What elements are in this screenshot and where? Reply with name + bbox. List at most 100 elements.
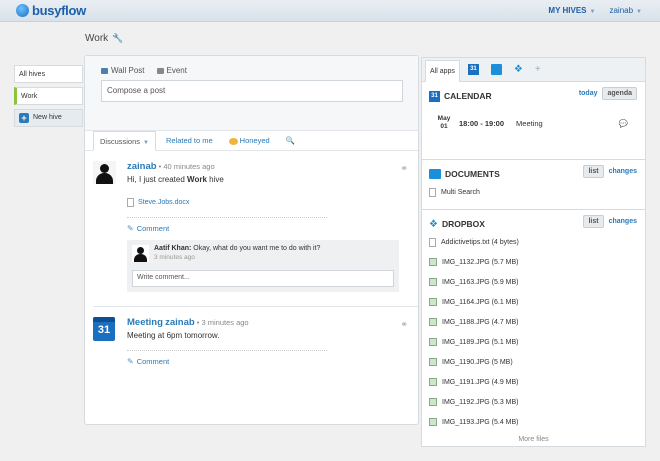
documents-section: DOCUMENTS list changes Multi Search xyxy=(422,160,645,210)
share-icon[interactable]: ⚭ xyxy=(400,319,408,330)
list-item[interactable]: IMG_1193.JPG (5.4 MB) xyxy=(429,412,638,432)
composer: Wall Post Event Compose a post xyxy=(85,56,418,131)
comment: Aatif Khan: Okay, what do you want me to… xyxy=(132,245,394,262)
hive-item-all[interactable]: All hives xyxy=(14,65,83,83)
tab-add-app[interactable]: + xyxy=(531,60,545,80)
tab-all-apps[interactable]: All apps xyxy=(425,59,460,82)
event-title: Meeting xyxy=(516,118,543,128)
logo[interactable]: busyflow xyxy=(16,3,86,18)
list-item[interactable]: IMG_1164.JPG (6.1 MB) xyxy=(429,292,638,312)
image-icon xyxy=(429,298,437,306)
filter-discussions[interactable]: Discussions ▼ xyxy=(93,130,156,151)
list-item[interactable]: IMG_1188.JPG (4.7 MB) xyxy=(429,312,638,332)
post-text: Hi, I just created Work hive xyxy=(127,175,224,184)
divider xyxy=(127,217,327,218)
comment-icon: ✎ xyxy=(127,357,134,366)
changes-link[interactable]: changes xyxy=(609,218,637,225)
user-menu[interactable]: zainab ▼ xyxy=(609,6,642,15)
attachment[interactable]: Steve.Jobs.docx xyxy=(127,198,418,207)
speech-bubble-icon xyxy=(101,67,108,74)
dropbox-icon: ❖ xyxy=(429,218,438,230)
calendar-event[interactable]: May 01 18:00 - 19:00 Meeting 💬 xyxy=(435,110,638,136)
section-title: CALENDAR xyxy=(444,91,492,101)
filter-related[interactable]: Related to me xyxy=(160,136,219,145)
list-item[interactable]: IMG_1191.JPG (4.9 MB) xyxy=(429,372,638,392)
plus-icon: + xyxy=(534,64,541,75)
page-title: Work 🔧 xyxy=(85,33,124,44)
agenda-button[interactable]: agenda xyxy=(602,87,637,100)
list-item[interactable]: Addictivetips.txt (4 bytes) xyxy=(429,232,638,252)
tab-documents[interactable] xyxy=(487,60,506,80)
chevron-down-icon: ▼ xyxy=(636,9,642,15)
event-time: 18:00 - 19:00 xyxy=(459,118,505,128)
image-icon xyxy=(429,278,437,286)
tab-event[interactable]: Event xyxy=(156,66,187,75)
write-comment-input[interactable]: Write comment... xyxy=(132,270,394,287)
post-author[interactable]: zainab xyxy=(165,317,195,328)
post-title[interactable]: Meeting xyxy=(127,317,163,328)
file-icon xyxy=(429,237,436,247)
file-icon xyxy=(429,187,436,197)
apps-panel: All apps 31 ❖ + 31 CALENDAR today agenda… xyxy=(421,57,646,447)
comment-icon: ✎ xyxy=(127,224,134,233)
list-item[interactable]: IMG_1190.JPG (5 MB) xyxy=(429,352,638,372)
tab-dropbox[interactable]: ❖ xyxy=(510,60,527,80)
comment-button[interactable]: ✎ Comment xyxy=(127,357,418,366)
comment-button[interactable]: ✎ Comment xyxy=(127,224,418,233)
list-item[interactable]: IMG_1192.JPG (5.3 MB) xyxy=(429,392,638,412)
my-hives-menu[interactable]: MY HIVES ▼ xyxy=(548,6,595,15)
post-text: Meeting at 6pm tomorrow. xyxy=(127,331,220,340)
list-button[interactable]: list xyxy=(583,165,604,178)
post-author[interactable]: zainab xyxy=(127,161,157,172)
calendar-icon: 31 xyxy=(93,317,115,341)
plus-icon: + xyxy=(19,113,29,123)
share-icon[interactable]: ⚭ xyxy=(400,163,408,174)
image-icon xyxy=(429,378,437,386)
search-icon[interactable]: 🔍 xyxy=(280,136,301,145)
calendar-section: 31 CALENDAR today agenda May 01 18:00 - 1… xyxy=(422,82,645,160)
bee-icon xyxy=(228,137,238,145)
list-item[interactable]: IMG_1163.JPG (5.9 MB) xyxy=(429,272,638,292)
image-icon xyxy=(429,398,437,406)
section-title: DROPBOX xyxy=(441,219,485,229)
app-tabs: All apps 31 ❖ + xyxy=(422,58,645,82)
image-icon xyxy=(429,318,437,326)
hive-item-work[interactable]: Work xyxy=(14,87,83,105)
post-time: 3 minutes ago xyxy=(201,318,249,327)
comment-time: 3 minutes ago xyxy=(154,254,195,261)
more-files-link[interactable]: More files xyxy=(429,436,638,443)
compose-input[interactable]: Compose a post xyxy=(101,80,403,102)
tab-wall-post[interactable]: Wall Post xyxy=(101,66,145,75)
post: 31 ⚭ Meeting zainab • 3 minutes ago Meet… xyxy=(85,307,418,366)
changes-link[interactable]: changes xyxy=(609,168,637,175)
comment-thread: Aatif Khan: Okay, what do you want me to… xyxy=(127,240,399,292)
tab-calendar[interactable]: 31 xyxy=(464,60,483,80)
folder-icon xyxy=(490,64,502,75)
chevron-down-icon: ▼ xyxy=(589,9,596,15)
busyflow-logo-icon xyxy=(16,4,29,17)
comment-text: Okay, what do you want me to do with it? xyxy=(193,245,321,252)
list-item[interactable]: Multi Search xyxy=(429,182,638,202)
post: ⚭ zainab • 40 minutes ago Hi, I just cre… xyxy=(85,151,418,307)
attachment-link[interactable]: Steve.Jobs.docx xyxy=(138,199,189,206)
list-button[interactable]: list xyxy=(583,215,604,228)
today-link[interactable]: today xyxy=(579,90,598,97)
folder-icon xyxy=(429,169,441,179)
calendar-icon xyxy=(156,67,164,74)
avatar[interactable] xyxy=(93,161,116,184)
image-icon xyxy=(429,338,437,346)
comment-author[interactable]: Aatif Khan: xyxy=(154,245,191,252)
avatar[interactable] xyxy=(132,245,149,262)
speech-bubble-icon[interactable]: 💬 xyxy=(619,119,628,128)
filter-honeyed[interactable]: Honeyed xyxy=(223,136,276,145)
divider xyxy=(127,350,327,351)
post-time: 40 minutes ago xyxy=(163,162,215,171)
filter-bar: Discussions ▼ Related to me Honeyed 🔍 xyxy=(85,130,418,151)
dropbox-section: ❖ DROPBOX list changes Addictivetips.txt… xyxy=(422,210,645,443)
calendar-icon: 31 xyxy=(429,90,440,102)
wrench-icon[interactable]: 🔧 xyxy=(112,33,123,44)
new-hive-button[interactable]: + New hive xyxy=(14,109,83,127)
section-title: DOCUMENTS xyxy=(445,169,500,179)
list-item[interactable]: IMG_1132.JPG (5.7 MB) xyxy=(429,252,638,272)
list-item[interactable]: IMG_1189.JPG (5.1 MB) xyxy=(429,332,638,352)
